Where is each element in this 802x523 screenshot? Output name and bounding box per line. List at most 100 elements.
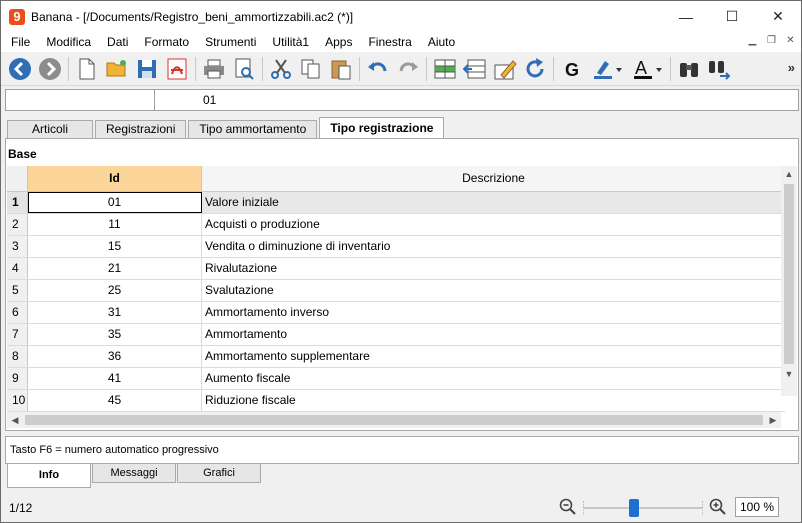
- close-button[interactable]: ✕: [755, 1, 801, 32]
- text-color-button[interactable]: A: [627, 54, 667, 84]
- row-number[interactable]: 7: [7, 324, 28, 345]
- cut-button[interactable]: [266, 54, 296, 84]
- pdf-button[interactable]: [162, 54, 192, 84]
- minimize-button[interactable]: —: [663, 1, 709, 32]
- horizontal-scrollbar[interactable]: ◀ ▶: [7, 412, 781, 428]
- table-row[interactable]: 5 25 Svalutazione: [7, 280, 785, 302]
- menu-formato[interactable]: Formato: [136, 32, 197, 52]
- zoom-out-icon[interactable]: [559, 498, 577, 516]
- redo-button[interactable]: [393, 54, 423, 84]
- doc-minimize-icon[interactable]: ▁: [746, 34, 759, 48]
- scroll-up-icon[interactable]: ▲: [781, 166, 797, 182]
- table-row[interactable]: 10 45 Riduzione fiscale: [7, 390, 785, 412]
- doc-restore-icon[interactable]: ❐: [765, 34, 778, 48]
- save-button[interactable]: [132, 54, 162, 84]
- cell-descrizione[interactable]: Riduzione fiscale: [202, 390, 785, 411]
- zoom-in-icon[interactable]: [709, 498, 727, 516]
- column-header-id[interactable]: Id: [28, 166, 202, 191]
- cell-id[interactable]: 45: [28, 390, 202, 411]
- forward-button[interactable]: [35, 54, 65, 84]
- menu-utilita[interactable]: Utilità1: [264, 32, 317, 52]
- menu-aiuto[interactable]: Aiuto: [420, 32, 463, 52]
- add-row-button[interactable]: [430, 54, 460, 84]
- tab-tipo-ammortamento[interactable]: Tipo ammortamento: [188, 120, 318, 138]
- column-header-descrizione[interactable]: Descrizione: [202, 166, 785, 191]
- paste-button[interactable]: [326, 54, 356, 84]
- cell-descrizione[interactable]: Ammortamento supplementare: [202, 346, 785, 367]
- toolbar-overflow-button[interactable]: »: [788, 60, 795, 75]
- print-button[interactable]: [199, 54, 229, 84]
- doc-close-icon[interactable]: ✕: [784, 34, 797, 48]
- scroll-right-icon[interactable]: ▶: [765, 415, 781, 426]
- cell-id[interactable]: 21: [28, 258, 202, 279]
- cell-id[interactable]: 25: [28, 280, 202, 301]
- zoom-level-field[interactable]: 100 %: [735, 497, 779, 517]
- cell-descrizione[interactable]: Vendita o diminuzione di inventario: [202, 236, 785, 257]
- menu-modifica[interactable]: Modifica: [38, 32, 99, 52]
- cell-descrizione[interactable]: Svalutazione: [202, 280, 785, 301]
- row-number-header[interactable]: [7, 166, 28, 191]
- cell-descrizione[interactable]: Aumento fiscale: [202, 368, 785, 389]
- row-number[interactable]: 4: [7, 258, 28, 279]
- cell-id[interactable]: 15: [28, 236, 202, 257]
- tab-info[interactable]: Info: [7, 464, 91, 488]
- vertical-scrollbar[interactable]: ▲ ▼: [781, 166, 797, 396]
- tab-registrazioni[interactable]: Registrazioni: [95, 120, 187, 138]
- new-file-button[interactable]: [72, 54, 102, 84]
- cell-descrizione[interactable]: Rivalutazione: [202, 258, 785, 279]
- menu-file[interactable]: File: [1, 32, 38, 52]
- table-row[interactable]: 4 21 Rivalutazione: [7, 258, 785, 280]
- replace-button[interactable]: [704, 54, 734, 84]
- row-number[interactable]: 8: [7, 346, 28, 367]
- copy-button[interactable]: [296, 54, 326, 84]
- cell-descrizione[interactable]: Ammortamento: [202, 324, 785, 345]
- tab-tipo-registrazione[interactable]: Tipo registrazione: [319, 117, 445, 138]
- scroll-left-icon[interactable]: ◀: [7, 415, 23, 426]
- row-number[interactable]: 5: [7, 280, 28, 301]
- menu-finestra[interactable]: Finestra: [360, 32, 419, 52]
- table-row[interactable]: 7 35 Ammortamento: [7, 324, 785, 346]
- cell-id[interactable]: 41: [28, 368, 202, 389]
- print-preview-button[interactable]: [229, 54, 259, 84]
- cell-descrizione[interactable]: Valore iniziale: [202, 192, 785, 213]
- cell-content-field[interactable]: 01: [155, 90, 216, 110]
- delete-row-button[interactable]: [460, 54, 490, 84]
- table-row[interactable]: 6 31 Ammortamento inverso: [7, 302, 785, 324]
- row-number[interactable]: 1: [7, 192, 28, 213]
- highlight-color-button[interactable]: [587, 54, 627, 84]
- cell-id[interactable]: 31: [28, 302, 202, 323]
- menu-strumenti[interactable]: Strumenti: [197, 32, 264, 52]
- cell-descrizione[interactable]: Acquisti o produzione: [202, 214, 785, 235]
- scroll-down-icon[interactable]: ▼: [781, 366, 797, 382]
- cell-descrizione[interactable]: Ammortamento inverso: [202, 302, 785, 323]
- menu-apps[interactable]: Apps: [317, 32, 360, 52]
- row-number[interactable]: 6: [7, 302, 28, 323]
- cell-id[interactable]: 36: [28, 346, 202, 367]
- table-row[interactable]: 2 11 Acquisti o produzione: [7, 214, 785, 236]
- table-row[interactable]: 8 36 Ammortamento supplementare: [7, 346, 785, 368]
- cell-id[interactable]: 11: [28, 214, 202, 235]
- row-number[interactable]: 3: [7, 236, 28, 257]
- zoom-slider[interactable]: [583, 497, 703, 517]
- cell-id[interactable]: 01: [28, 192, 202, 213]
- recalculate-button[interactable]: [520, 54, 550, 84]
- open-file-button[interactable]: [102, 54, 132, 84]
- zoom-slider-handle[interactable]: [629, 499, 639, 517]
- menu-dati[interactable]: Dati: [99, 32, 136, 52]
- row-number[interactable]: 2: [7, 214, 28, 235]
- edit-cell-button[interactable]: [490, 54, 520, 84]
- tab-grafici[interactable]: Grafici: [177, 464, 261, 483]
- undo-button[interactable]: [363, 54, 393, 84]
- find-button[interactable]: [674, 54, 704, 84]
- back-button[interactable]: [5, 54, 35, 84]
- table-row[interactable]: 1 01 Valore iniziale: [7, 192, 785, 214]
- table-row[interactable]: 3 15 Vendita o diminuzione di inventario: [7, 236, 785, 258]
- bold-button[interactable]: G: [557, 54, 587, 84]
- view-name[interactable]: Base: [8, 147, 37, 161]
- vertical-scroll-thumb[interactable]: [784, 184, 794, 364]
- table-row[interactable]: 9 41 Aumento fiscale: [7, 368, 785, 390]
- horizontal-scroll-thumb[interactable]: [25, 415, 763, 425]
- tab-messaggi[interactable]: Messaggi: [92, 464, 176, 483]
- tab-articoli[interactable]: Articoli: [7, 120, 93, 138]
- row-number[interactable]: 10: [7, 390, 28, 411]
